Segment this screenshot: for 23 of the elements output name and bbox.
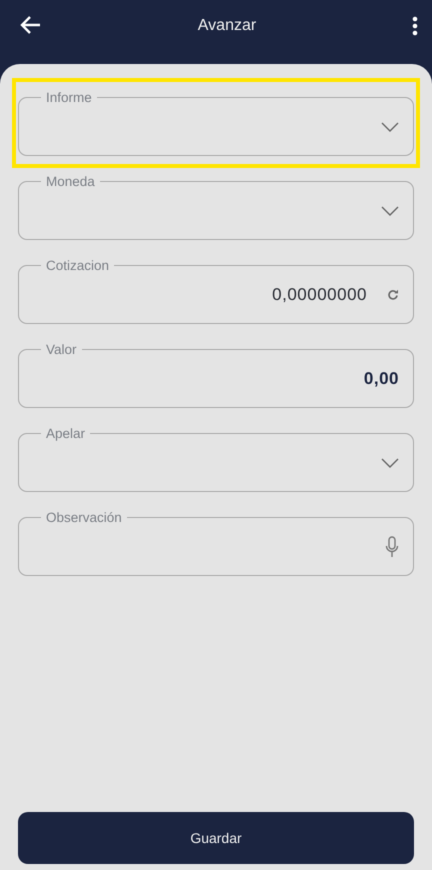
input-field[interactable]: Valor 0,00: [18, 343, 414, 408]
chevron-down-icon: [381, 206, 399, 216]
field-label: Valor: [45, 343, 78, 356]
field-label: Apelar: [45, 427, 86, 440]
input-field[interactable]: Cotizacion 0,00000000: [18, 259, 414, 324]
input-field[interactable]: Observación: [18, 511, 414, 576]
more-options-button[interactable]: [412, 16, 418, 36]
save-button[interactable]: Guardar: [18, 812, 414, 864]
field-label: Observación: [45, 511, 123, 524]
chevron-down-icon: [381, 122, 399, 132]
field-value: 0,00: [364, 368, 399, 390]
field-label: Informe: [45, 91, 93, 104]
field-label: Cotizacion: [45, 259, 110, 272]
back-button[interactable]: [20, 14, 42, 36]
screen-title: Avanzar: [196, 16, 258, 36]
dropdown-field[interactable]: Moneda: [18, 175, 414, 240]
refresh-icon[interactable]: [387, 288, 399, 301]
dropdown-field[interactable]: Apelar: [18, 427, 414, 492]
field-label: Moneda: [45, 175, 96, 188]
dropdown-field[interactable]: Informe: [18, 91, 414, 156]
microphone-icon[interactable]: [385, 536, 399, 558]
chevron-down-icon: [381, 458, 399, 468]
field-value: 0,00000000: [272, 284, 367, 306]
